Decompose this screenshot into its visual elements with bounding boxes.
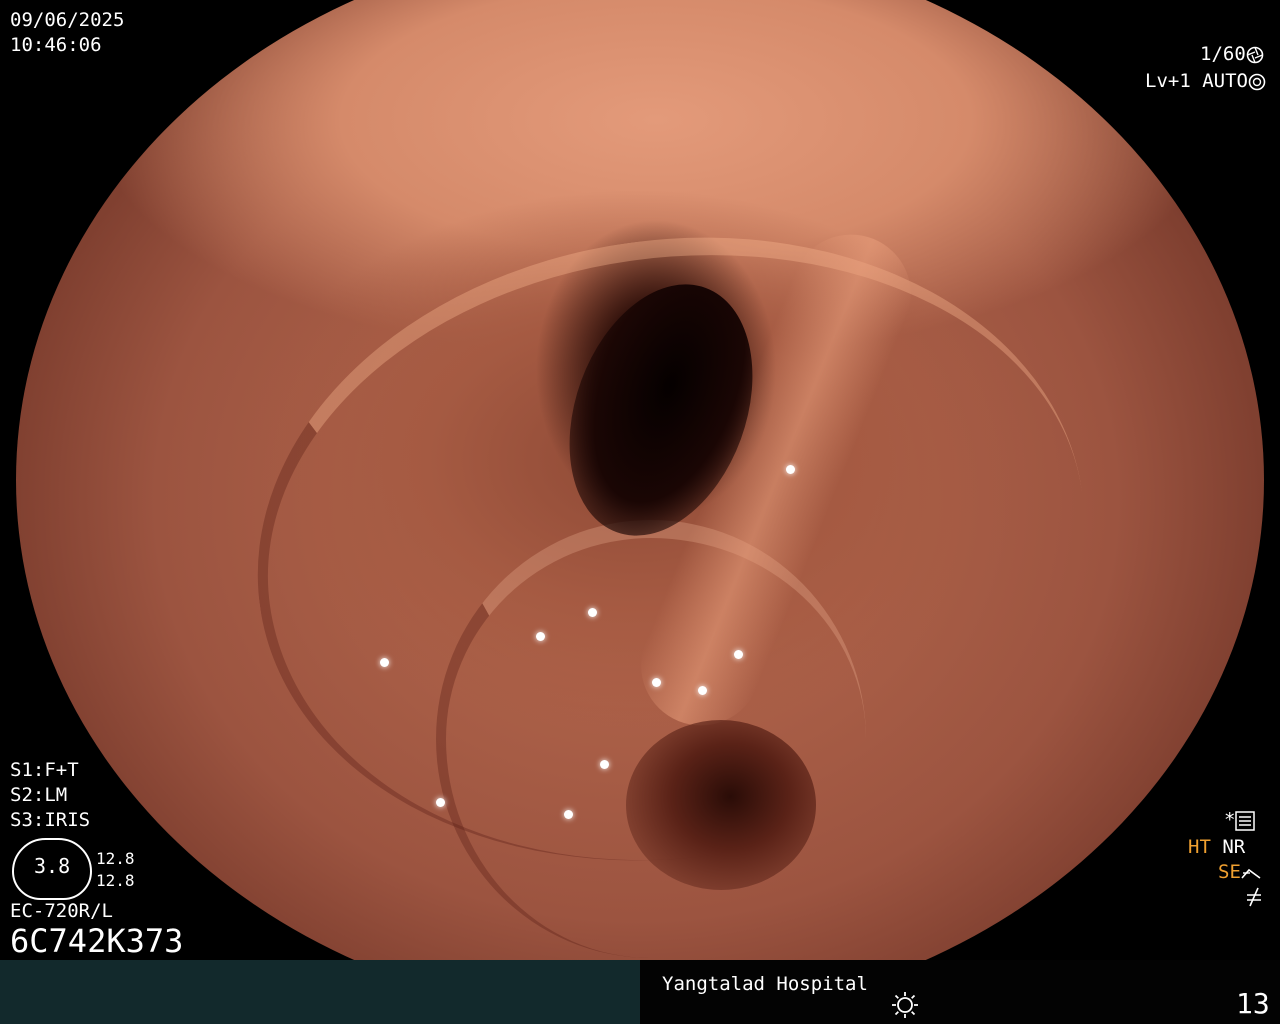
level: Lv+1 [1145,70,1191,92]
glint [380,658,389,667]
image-number: 13 [1236,987,1270,1020]
glint [600,760,609,769]
glint [564,810,573,819]
switch-s3: S3:IRIS [10,809,91,831]
glint [536,632,545,641]
mucosal-fold [436,520,866,958]
switch-s2: S2:LM [10,784,68,806]
ht-indicator: HT [1188,836,1211,858]
date: 09/06/2025 [10,9,125,31]
nr-indicator: NR [1222,836,1246,858]
specular-glare [214,0,298,55]
enhancement-curve-icon [1241,868,1261,879]
exposure-mode: AUTO [1202,70,1248,92]
shutter-value: 1/60 [1200,43,1246,65]
settings-list-icon [1235,810,1256,831]
gauge-value: 3.8 [34,854,71,878]
light-source-icon [892,992,918,1018]
shutter-speed: 1/60 [1200,42,1264,66]
menu-indicator: * [1224,808,1256,832]
processing-row: HT NR [1188,835,1245,859]
asterisk-icon: * [1224,809,1236,831]
info-bar [0,960,1280,1024]
glint [734,650,743,659]
glint [436,798,445,807]
scope-serial: 6C742K373 [10,922,184,960]
scope-model: EC-720R/L [10,900,113,922]
info-bar-left [0,960,640,1024]
gauge-top-value: 12.8 [96,849,135,868]
endoscope-view [16,0,1264,1020]
gauge-bottom-value: 12.8 [96,871,135,890]
glint [786,465,795,474]
switch-s1: S1:F+T [10,759,79,781]
aperture-icon [1246,46,1264,63]
se-row: SE [1218,860,1261,884]
exposure-row: Lv+1 AUTO [1145,69,1266,93]
light-source [890,990,920,1020]
glint [652,678,661,687]
glint [588,608,597,617]
color-indicator [1244,884,1264,908]
slash-curve-icon [1247,887,1261,906]
hospital-name: Yangtalad Hospital [662,973,868,995]
time: 10:46:06 [10,34,102,56]
lower-lumen [626,720,816,890]
camera-auto-icon [1248,73,1266,90]
glint [698,686,707,695]
se-indicator: SE [1218,861,1241,883]
